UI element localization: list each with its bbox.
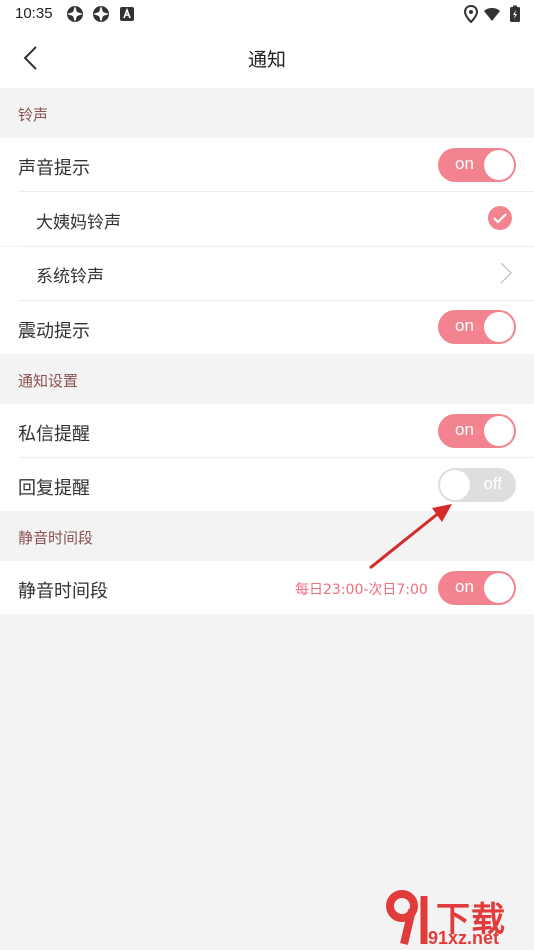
toggle-knob: [484, 150, 514, 180]
quiet-hours-range: 每日23:00-次日7:00: [295, 582, 428, 598]
toggle-knob: [440, 470, 470, 500]
sound-alert-toggle[interactable]: on: [438, 148, 516, 182]
status-time: 10:35: [15, 5, 53, 22]
annotation-arrow-icon: [369, 504, 452, 570]
status-bar: 10:35: [0, 0, 534, 28]
row-label: 大姨妈铃声: [36, 213, 121, 233]
section-header-notification-settings: 通知设置: [0, 354, 534, 404]
toggle-knob: [484, 573, 514, 603]
toggle-label: on: [455, 316, 474, 335]
section-title: 静音时间段: [18, 529, 94, 547]
toggle-label: on: [455, 420, 474, 439]
row-label: 私信提醒: [18, 424, 90, 445]
page-title: 通知: [247, 49, 286, 71]
toggle-label: off: [483, 474, 502, 493]
battery-icon: [510, 5, 520, 22]
section-header-ringtone: 铃声: [0, 88, 534, 138]
nav-bar: 通知: [0, 28, 534, 88]
app-icon: [93, 6, 109, 22]
row-vibrate-alert: 震动提示 on: [0, 301, 534, 354]
row-label: 声音提示: [18, 158, 90, 179]
notification-icon: [120, 7, 134, 21]
vibrate-alert-toggle[interactable]: on: [438, 310, 516, 344]
private-message-toggle[interactable]: on: [438, 414, 516, 448]
app-icon: [67, 6, 83, 22]
row-sound-alert: 声音提示 on: [0, 138, 534, 192]
wifi-icon: [484, 8, 500, 21]
row-label: 震动提示: [18, 321, 90, 342]
toggle-label: on: [455, 577, 474, 596]
row-period-ringtone[interactable]: 大姨妈铃声: [0, 192, 534, 246]
check-icon: [488, 206, 512, 230]
toggle-label: on: [455, 154, 474, 173]
row-label: 回复提醒: [18, 478, 90, 499]
section-title: 铃声: [18, 106, 49, 124]
chevron-right-icon: [500, 262, 513, 284]
row-label: 静音时间段: [18, 581, 108, 602]
toggle-knob: [484, 312, 514, 342]
section-title: 通知设置: [18, 372, 79, 390]
row-system-ringtone[interactable]: 系统铃声: [0, 247, 534, 301]
toggle-knob: [484, 416, 514, 446]
watermark-logo-icon: [386, 890, 428, 945]
watermark: 下载站 91xz.net: [386, 886, 534, 950]
reply-reminder-toggle[interactable]: off: [438, 468, 516, 502]
row-private-message-reminder: 私信提醒 on: [0, 404, 534, 458]
row-label: 系统铃声: [36, 267, 104, 287]
watermark-url: 91xz.net: [428, 928, 500, 948]
location-icon: [463, 5, 479, 23]
